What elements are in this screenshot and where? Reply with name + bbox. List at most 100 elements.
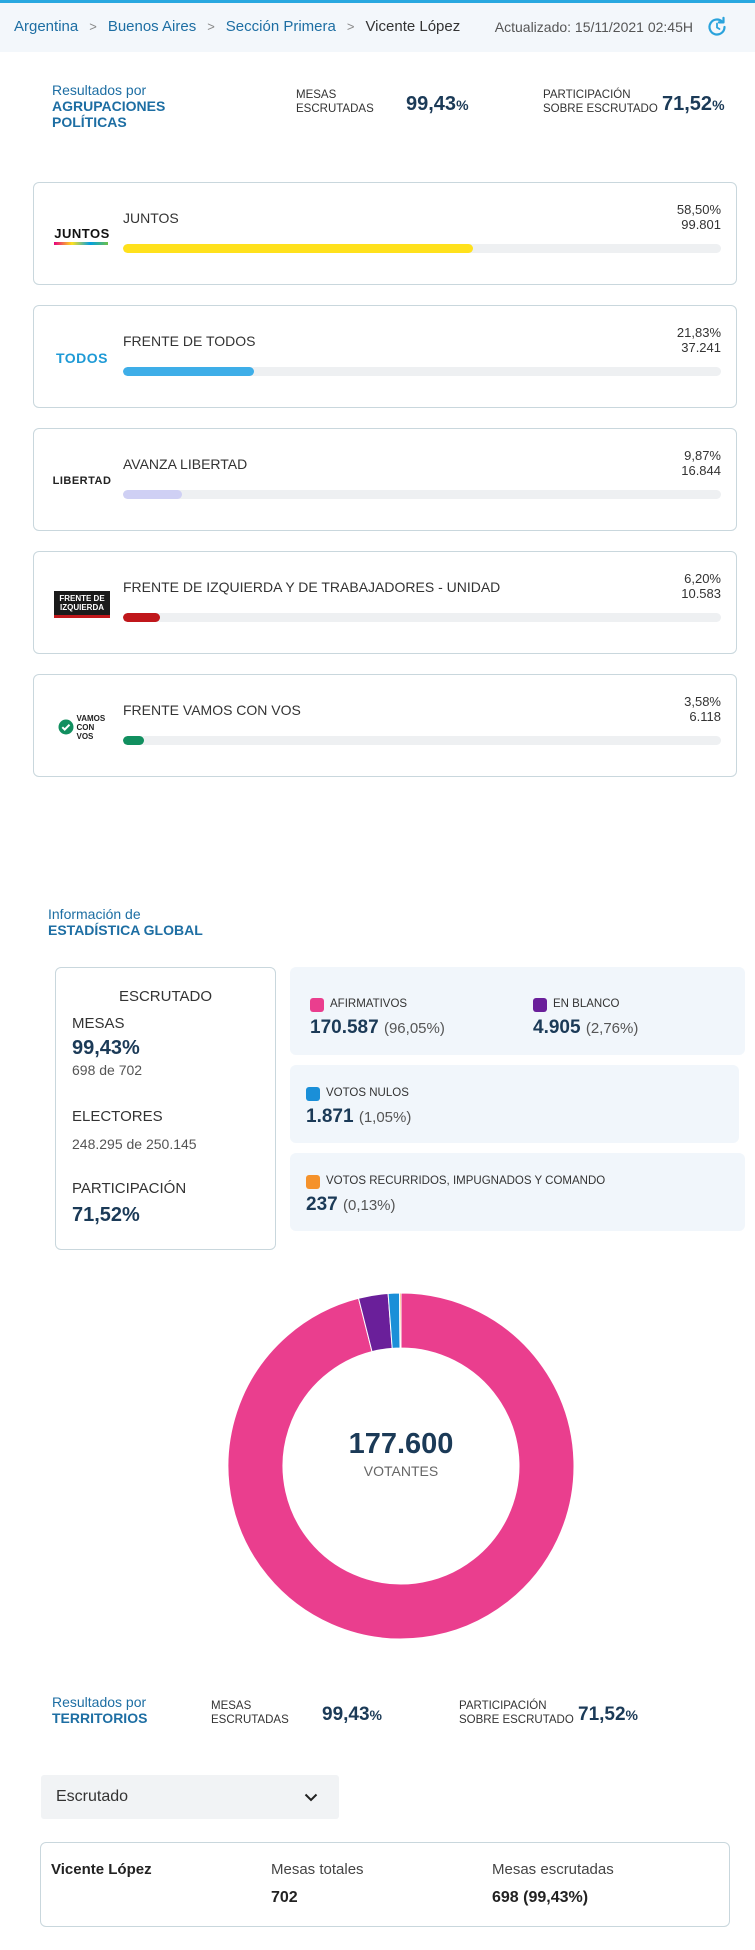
party-bar-fill [123,244,473,253]
parties-summary-header: Resultados por AGRUPACIONES POLÍTICAS ME… [0,80,755,140]
mesas-escrutadas-label: Mesas escrutadas [492,1861,614,1878]
territories-participacion-label: PARTICIPACIÓN SOBRE ESCRUTADO [459,1699,574,1727]
top-bar: Argentina > Buenos Aires > Sección Prime… [0,0,755,52]
afirmativos-label: AFIRMATIVOS [330,998,408,1010]
check-icon [58,719,73,735]
afirmativos-swatch [310,998,324,1012]
votos-recurridos-panel: VOTOS RECURRIDOS, IMPUGNADOS Y COMANDO 2… [290,1153,745,1231]
party-bar-fill [123,613,161,622]
participacion-value: 71,52% [662,93,725,115]
territories-summary-header: Resultados por TERRITORIOS MESAS ESCRUTA… [0,1692,755,1752]
party-bar-track [123,613,721,622]
party-card-frente-de-izquierda[interactable]: FRENTE DE IZQUIERDA FRENTE DE IZQUIERDA … [33,551,737,654]
parties-title-top: Resultados por [52,82,147,98]
party-card-frente-de-todos[interactable]: TODOS FRENTE DE TODOS 21,83% 37.241 [33,305,737,408]
breadcrumb-current: Vicente López [365,18,461,35]
participacion-card-label: PARTICIPACIÓN [72,1180,187,1197]
party-percentage: 58,50% [676,202,721,217]
parties-title-bold: AGRUPACIONES POLÍTICAS [52,98,166,130]
party-logo-vamos-con-vos: VAMOS CON VOS [46,707,118,747]
chevron-down-icon [304,1793,318,1802]
territories-mesas-value: 99,43% [322,1704,382,1725]
party-result: 6,20% 10.583 [681,571,721,601]
party-logo-frente-de-izquierda: FRENTE DE IZQUIERDA [46,584,118,624]
breadcrumb: Argentina > Buenos Aires > Sección Prime… [14,18,460,35]
mesas-totales-label: Mesas totales [271,1861,364,1878]
party-bar-fill [123,490,183,499]
mesas-percentage: 99,43% [72,1037,140,1059]
territory-filter-select[interactable]: Escrutado [41,1775,339,1819]
global-stats-title-bold: ESTADÍSTICA GLOBAL [48,922,203,938]
party-votes: 37.241 [681,340,721,355]
territories-part-label-line1: PARTICIPACIÓN [459,1700,547,1712]
votos-nulos-panel: VOTOS NULOS 1.871 (1,05%) [290,1065,739,1143]
party-card-avanza-libertad[interactable]: LIBERTAD AVANZA LIBERTAD 9,87% 16.844 [33,428,737,531]
territory-row[interactable]: Vicente López Mesas totales 702 Mesas es… [40,1842,730,1927]
participacion-label-line1: PARTICIPACIÓN [543,89,631,101]
votos-nulos-label: VOTOS NULOS [326,1087,409,1099]
electores-value: 248.295 de 250.145 [72,1136,197,1152]
party-card-frente-vamos-con-vos[interactable]: VAMOS CON VOS FRENTE VAMOS CON VOS 3,58%… [33,674,737,777]
mesas-label-line1: MESAS [296,89,337,101]
mesas-label-line2: ESCRUTADAS [296,103,374,115]
mesas-escrutadas-label: MESAS ESCRUTADAS [296,88,374,116]
party-votes: 16.844 [681,463,721,478]
party-result: 9,87% 16.844 [681,448,721,478]
refresh-icon[interactable] [705,15,729,39]
party-logo-todos: TODOS [55,350,109,366]
votos-nulos-value: 1.871 (1,05%) [306,1106,412,1127]
en-blanco-swatch [533,998,547,1012]
parties-section-title: Resultados por AGRUPACIONES POLÍTICAS [52,82,192,130]
last-updated: Actualizado: 15/11/2021 02:45H [494,19,693,35]
breadcrumb-separator: > [89,19,97,34]
breadcrumb-seccion-primera[interactable]: Sección Primera [226,18,336,35]
global-stats-title-top: Información de [48,906,141,922]
party-percentage: 9,87% [684,448,721,463]
participacion-label-line2: SOBRE ESCRUTADO [543,103,658,115]
party-bar-fill [123,736,145,745]
mesas-escrutadas-value: 99,43% [406,93,469,115]
party-name: FRENTE DE TODOS [123,333,256,349]
party-bar-track [123,367,721,376]
en-blanco-value: 4.905 (2,76%) [533,1017,639,1038]
territories-participacion-value: 71,52% [578,1704,638,1725]
breadcrumb-separator: > [346,19,355,34]
territories-title-bold: TERRITORIOS [52,1710,148,1726]
territory-name: Vicente López [51,1861,152,1878]
escrutado-heading: ESCRUTADO [118,988,213,1005]
escrutado-card: ESCRUTADO MESAS 99,43% 698 de 702 ELECTO… [55,967,276,1250]
territories-mesas-label-line1: MESAS [211,1700,252,1712]
party-bar-track [123,736,721,745]
party-logo-avanza-libertad: LIBERTAD [52,475,112,487]
participacion-card-value: 71,52% [72,1204,140,1226]
party-bar-track [123,244,721,253]
party-card-juntos[interactable]: JUNTOS JUNTOS 58,50% 99.801 [33,182,737,285]
afirmativos-value: 170.587 (96,05%) [310,1017,445,1038]
donut-center-label: 177.600 VOTANTES [228,1428,574,1479]
party-name: FRENTE DE IZQUIERDA Y DE TRABAJADORES - … [123,579,501,595]
party-bar-track [123,490,721,499]
territories-mesas-label-line2: ESCRUTADAS [211,1714,289,1726]
breadcrumb-buenos-aires[interactable]: Buenos Aires [108,18,196,35]
votos-recurridos-swatch [306,1175,320,1189]
en-blanco-label: EN BLANCO [553,998,620,1010]
territories-part-label-line2: SOBRE ESCRUTADO [459,1714,574,1726]
party-name: AVANZA LIBERTAD [123,456,248,472]
party-bar-fill [123,367,254,376]
breadcrumb-argentina[interactable]: Argentina [14,18,78,35]
mesas-label: MESAS [72,1015,125,1032]
party-percentage: 21,83% [676,325,721,340]
party-result: 21,83% 37.241 [677,325,721,355]
breadcrumb-separator: > [207,19,215,34]
votos-recurridos-value: 237 (0,13%) [306,1194,396,1215]
party-name: JUNTOS [123,210,179,226]
party-name: FRENTE VAMOS CON VOS [123,702,301,718]
donut-slice-votos-recurridos [399,1293,402,1349]
territory-filter-value: Escrutado [56,1788,129,1805]
electores-label: ELECTORES [72,1108,163,1125]
votantes-label: VOTANTES [363,1463,439,1479]
party-votes: 99.801 [681,217,721,232]
party-result: 3,58% 6.118 [684,694,721,724]
mesas-escrutadas-row-value: 698 (99,43%) [492,1889,589,1906]
mesas-count: 698 de 702 [72,1062,143,1078]
